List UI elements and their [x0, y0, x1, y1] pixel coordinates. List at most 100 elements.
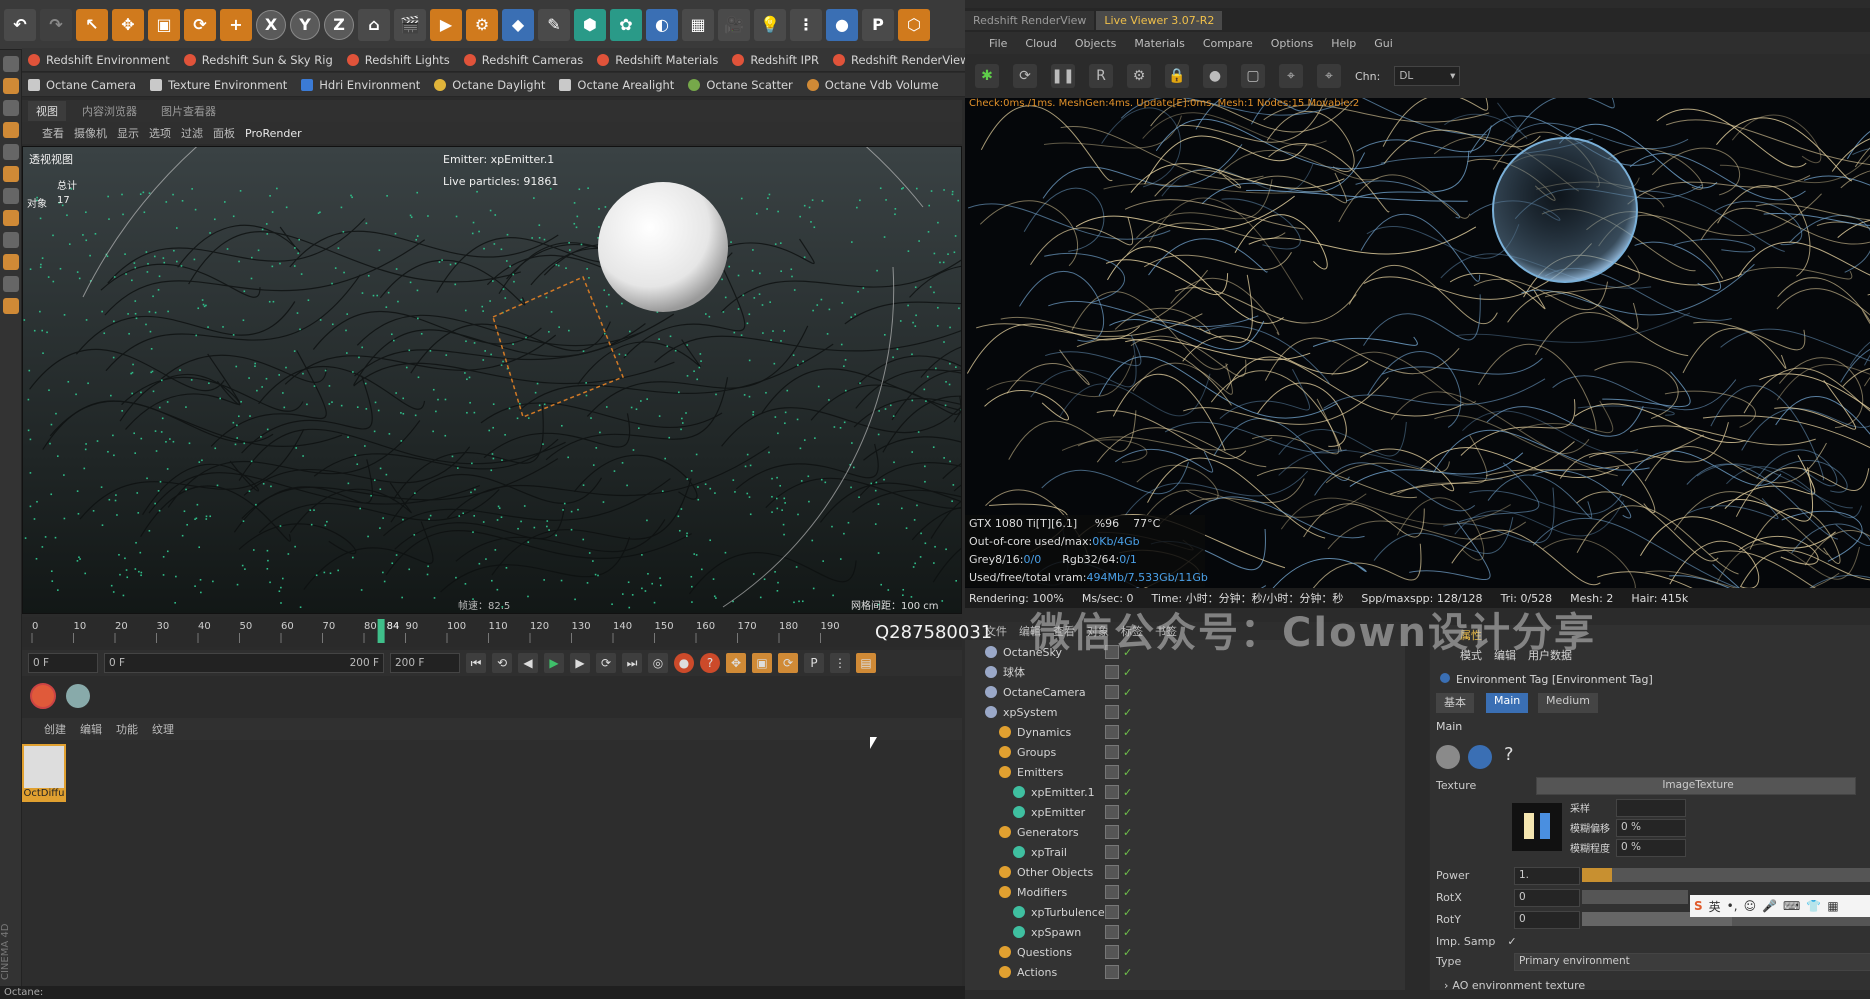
auto-key-icon[interactable]: ?	[700, 653, 720, 673]
record-icon[interactable]: ●	[674, 653, 694, 673]
roty-field[interactable]: 0	[1514, 911, 1580, 929]
object-row[interactable]: OctaneCamera ✓	[965, 682, 1405, 702]
timeline-ruler[interactable]: 0 10 20 30 40 50 60 70 80 90 100 110 120 130 140 150 160…	[22, 617, 962, 647]
undo-icon[interactable]: ↶	[4, 8, 36, 41]
send-scene-icon[interactable]: ✱	[975, 64, 999, 88]
octane-camera-button[interactable]: Octane Camera	[28, 78, 136, 92]
object-row[interactable]: Emitters ✓	[965, 762, 1405, 782]
pen-icon[interactable]: ✎	[538, 8, 570, 41]
object-row[interactable]: Generators ✓	[965, 822, 1405, 842]
keyframe-icon[interactable]: ◎	[648, 653, 668, 673]
object-row[interactable]: xpSystem ✓	[965, 702, 1405, 722]
redshift-logo-icon[interactable]: ⬡	[898, 8, 930, 41]
skin-icon[interactable]: 👕	[1806, 899, 1821, 913]
current-frame-field[interactable]: 0 F	[28, 653, 98, 673]
mat-menu-function[interactable]: 功能	[116, 721, 138, 737]
visibility-toggle[interactable]	[1105, 725, 1119, 739]
rs-renderview-button[interactable]: Redshift RenderView	[832, 53, 970, 67]
enabled-check-icon[interactable]: ✓	[1123, 946, 1132, 959]
mat-menu-edit[interactable]: 编辑	[80, 721, 102, 737]
subdivision-icon[interactable]: ⬢	[574, 8, 606, 41]
coordinate-system-icon[interactable]: ⌂	[358, 8, 390, 41]
visibility-toggle[interactable]	[1105, 885, 1119, 899]
tab-picture-viewer[interactable]: 图片查看器	[153, 101, 224, 121]
render-picture-icon[interactable]: ▶	[430, 8, 462, 41]
lv-menu-objects[interactable]: Objects	[1075, 37, 1117, 50]
redshift-object-icon[interactable]: ●	[826, 8, 858, 41]
object-row[interactable]: Groups ✓	[965, 742, 1405, 762]
enabled-check-icon[interactable]: ✓	[1123, 786, 1132, 799]
object-row[interactable]: xpEmitter.1 ✓	[965, 782, 1405, 802]
visibility-toggle[interactable]	[1105, 685, 1119, 699]
octane-live-icon[interactable]	[30, 683, 56, 709]
lv-menu-file[interactable]: File	[989, 37, 1007, 50]
light-icon[interactable]: 💡	[754, 8, 786, 41]
toolbox-icon[interactable]: ▦	[1827, 899, 1838, 913]
visibility-toggle[interactable]	[1105, 925, 1119, 939]
end-frame-field[interactable]: 200 F	[390, 653, 460, 673]
pick-material-icon[interactable]: ⌖	[1317, 64, 1341, 88]
object-mode-icon[interactable]	[3, 100, 19, 116]
menu-display[interactable]: 显示	[117, 125, 139, 141]
octane-vdb-button[interactable]: Octane Vdb Volume	[806, 78, 939, 92]
rotx-slider[interactable]	[1582, 890, 1688, 904]
polygons-mode-icon[interactable]	[3, 188, 19, 204]
playhead[interactable]	[377, 619, 385, 643]
enabled-check-icon[interactable]: ✓	[1123, 706, 1132, 719]
menu-view[interactable]: 查看	[42, 125, 64, 141]
lock-icon[interactable]: 🔒	[1165, 64, 1189, 88]
visibility-toggle[interactable]	[1105, 905, 1119, 919]
select-tool-icon[interactable]: ↖	[76, 8, 108, 41]
octane-material-ball-icon[interactable]	[66, 684, 90, 708]
visibility-toggle[interactable]	[1105, 965, 1119, 979]
prev-frame-icon[interactable]: ◀	[518, 653, 538, 673]
render-settings-icon[interactable]: ⚙	[466, 8, 498, 41]
pick-focus-icon[interactable]: ⌖	[1279, 64, 1303, 88]
mic-icon[interactable]: 🎤	[1762, 899, 1777, 913]
object-row[interactable]: Actions ✓	[965, 962, 1405, 982]
visibility-toggle[interactable]	[1105, 705, 1119, 719]
tab-medium[interactable]: Medium	[1538, 693, 1598, 713]
scale-tool-icon[interactable]: ▣	[148, 8, 180, 41]
enabled-check-icon[interactable]: ✓	[1123, 886, 1132, 899]
goto-start-icon[interactable]: ⏮	[466, 653, 486, 673]
move-tool-icon[interactable]: ✥	[112, 8, 144, 41]
restart-icon[interactable]: ⟳	[1013, 64, 1037, 88]
sample-select[interactable]	[1616, 799, 1686, 817]
octane-scatter-button[interactable]: Octane Scatter	[688, 78, 793, 92]
channel-select[interactable]: DL ▾	[1394, 66, 1461, 86]
object-row[interactable]: Dynamics ✓	[965, 722, 1405, 742]
tab-live-viewer[interactable]: Live Viewer 3.07-R2	[1096, 10, 1223, 30]
punctuation-icon[interactable]: •,	[1727, 899, 1738, 913]
lv-menu-compare[interactable]: Compare	[1203, 37, 1253, 50]
enabled-check-icon[interactable]: ✓	[1123, 666, 1132, 679]
position-key-icon[interactable]: ✥	[726, 653, 746, 673]
rotx-field[interactable]: 0	[1514, 889, 1580, 907]
visibility-toggle[interactable]	[1105, 745, 1119, 759]
visibility-toggle[interactable]	[1105, 785, 1119, 799]
power-slider[interactable]	[1582, 868, 1870, 882]
z-axis-button[interactable]: Z	[324, 9, 354, 40]
object-row[interactable]: Questions ✓	[965, 942, 1405, 962]
octane-daylight-button[interactable]: Octane Daylight	[434, 78, 545, 92]
power-field[interactable]: 1.	[1514, 867, 1580, 885]
enabled-check-icon[interactable]: ✓	[1123, 966, 1132, 979]
enabled-check-icon[interactable]: ✓	[1123, 766, 1132, 779]
blur-offset-field[interactable]: 0 %	[1616, 819, 1686, 837]
mograph-icon[interactable]: ⋮	[790, 8, 822, 41]
camera-icon[interactable]: 🎥	[718, 8, 750, 41]
enabled-check-icon[interactable]: ✓	[1123, 806, 1132, 819]
material-preview-icon[interactable]: ●	[1203, 64, 1227, 88]
visibility-toggle[interactable]	[1105, 825, 1119, 839]
tab-redshift-renderview[interactable]: Redshift RenderView	[965, 10, 1095, 30]
enabled-check-icon[interactable]: ✓	[1123, 926, 1132, 939]
y-axis-button[interactable]: Y	[290, 9, 320, 40]
visibility-toggle[interactable]	[1105, 805, 1119, 819]
menu-panel[interactable]: 面板	[213, 125, 235, 141]
rotation-key-icon[interactable]: ⟳	[778, 653, 798, 673]
blur-degree-field[interactable]: 0 %	[1616, 839, 1686, 857]
tab-main[interactable]: Main	[1486, 693, 1529, 713]
object-row[interactable]: Modifiers ✓	[965, 882, 1405, 902]
rotate-tool-icon[interactable]: ⟳	[184, 8, 216, 41]
redo-icon[interactable]: ↷	[40, 8, 72, 41]
